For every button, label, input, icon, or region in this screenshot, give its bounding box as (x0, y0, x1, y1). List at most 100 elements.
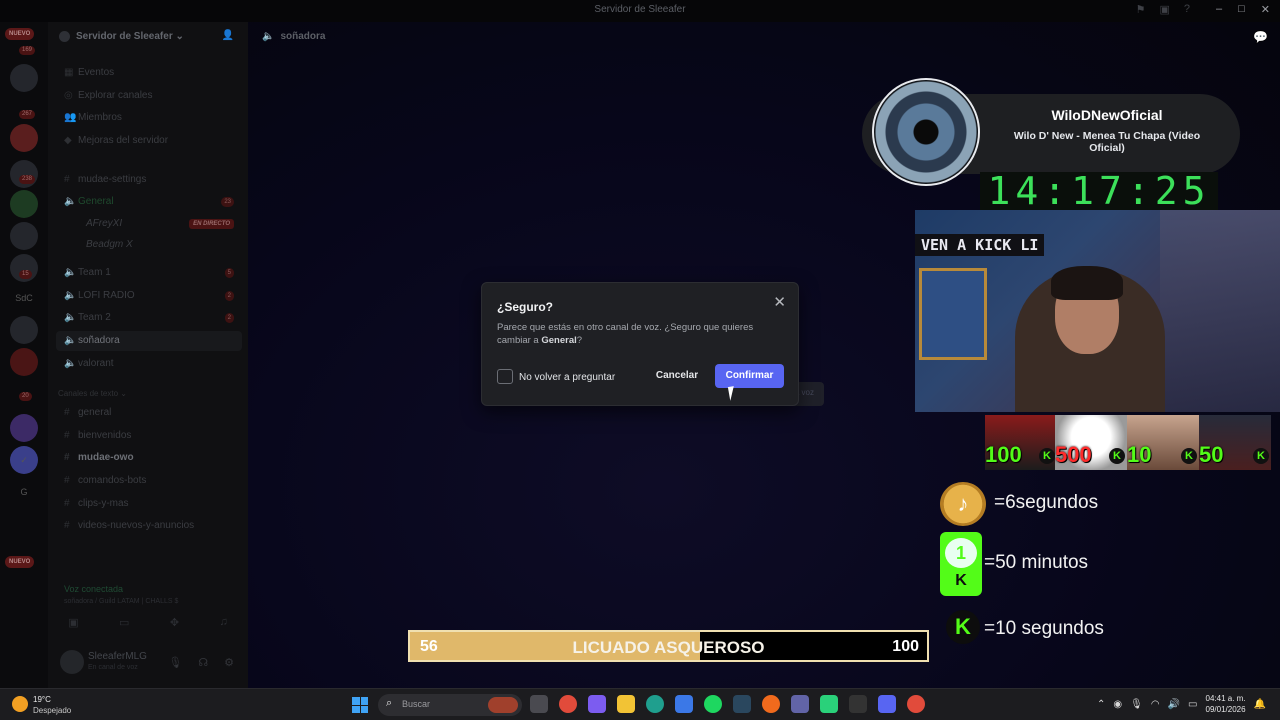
inbox-icon[interactable]: ▣ (1159, 3, 1169, 16)
menu-boosts[interactable]: ◆ Mejoras del servidor (56, 131, 242, 151)
chrome-icon[interactable] (907, 695, 925, 713)
channel-videos-nuevos[interactable]: # videos-nuevos-y-anuncios (56, 516, 242, 536)
mic-icon[interactable]: 🎙 (1130, 699, 1143, 710)
neon-sign: VEN A KICK LI (915, 234, 1045, 256)
menu-events[interactable]: ▦ Eventos (56, 63, 242, 83)
member-count: 5 (224, 268, 234, 278)
avatar[interactable] (60, 650, 84, 674)
volume-icon[interactable]: 🔊 (1168, 699, 1180, 710)
steam-icon[interactable] (733, 695, 751, 713)
menu-explore[interactable]: ◎ Explorar canales (56, 86, 242, 106)
server-header[interactable]: Servidor de Sleeafer ⌄ 👤 (48, 22, 248, 54)
activities-icon[interactable]: ✥ (170, 616, 179, 629)
channel-team-1[interactable]: 🔈 Team 1 5 (56, 263, 242, 283)
voice-member-name: AFreyXI (86, 218, 123, 229)
chevron-up-icon[interactable]: ⌃ (1097, 699, 1105, 710)
dont-ask-checkbox[interactable] (497, 369, 513, 384)
channel-general-text[interactable]: # general (56, 403, 242, 423)
channel-label: clips-y-mas (78, 498, 129, 509)
channel-bienvenidos[interactable]: # bienvenidos (56, 426, 242, 446)
teams-icon[interactable] (791, 695, 809, 713)
voice-member[interactable]: Beadgm X (56, 235, 242, 255)
member-count: 23 (221, 197, 234, 207)
voice-member[interactable]: AFreyXI EN DIRECTO (56, 214, 242, 234)
tf-app-icon[interactable] (849, 695, 867, 713)
legend-label: =6segundos (994, 492, 1099, 513)
channel-sonadora[interactable]: 🔈 soñadora (56, 331, 242, 351)
server-avatar (59, 31, 70, 42)
notification-icon[interactable]: 🔔 (1254, 699, 1266, 710)
mail-icon[interactable] (675, 695, 693, 713)
confirm-button[interactable]: Confirmar (715, 364, 784, 388)
chat-icon[interactable]: 💬 (1253, 30, 1268, 44)
server-icon[interactable] (10, 222, 38, 250)
hash-icon: # (64, 407, 70, 418)
server-sdc[interactable]: SdC (10, 284, 38, 312)
menu-members[interactable]: 👥 Miembros (56, 108, 242, 128)
task-view-icon[interactable] (530, 695, 548, 713)
edge-icon[interactable] (646, 695, 664, 713)
channel-mudae-settings[interactable]: # mudae-settings (56, 170, 242, 190)
flag-icon[interactable]: ⚑ (1136, 3, 1146, 16)
headphones-icon[interactable]: ☊ (198, 656, 208, 669)
screen-share-icon[interactable]: ▭ (119, 616, 129, 629)
clock-time: 04:41 a. m. (1205, 694, 1246, 703)
camera-icon[interactable]: ▣ (68, 616, 78, 629)
server-icon[interactable] (10, 124, 38, 152)
voice-connected-label: Voz conectada (64, 584, 124, 594)
channel-label: mudae-settings (78, 174, 147, 185)
firefox-icon[interactable] (762, 695, 780, 713)
dialog-body: Parece que estás en otro canal de voz. ¿… (497, 321, 777, 347)
chrome-icon[interactable] (559, 695, 577, 713)
file-explorer-icon[interactable] (617, 695, 635, 713)
check-server-icon[interactable]: ✓ (10, 446, 38, 474)
channel-mudae-owo[interactable]: # mudae-owo (56, 448, 242, 468)
mic-icon[interactable]: 🎙 (168, 656, 182, 669)
category-text-channels[interactable]: Canales de texto ⌄ (58, 389, 127, 398)
soundboard-icon[interactable]: ♫ (220, 616, 228, 629)
server-icon[interactable] (10, 316, 38, 344)
channel-team-2[interactable]: 🔈 Team 2 2 (56, 308, 242, 328)
album-art (872, 78, 980, 186)
server-icon[interactable] (10, 190, 38, 218)
copilot-icon[interactable] (588, 695, 606, 713)
server-icon[interactable] (10, 348, 38, 376)
minimize-button[interactable]: – (1216, 3, 1222, 16)
taskbar-search[interactable]: ⌕ Buscar (378, 694, 522, 716)
channel-lofi-radio[interactable]: 🔈 LOFI RADIO 2 (56, 286, 242, 306)
hash-icon: # (64, 430, 70, 441)
battery-icon[interactable]: ▭ (1188, 699, 1197, 710)
maximize-button[interactable]: □ (1238, 3, 1245, 16)
channel-label: mudae-owo (78, 452, 134, 463)
gear-icon[interactable]: ⚙ (224, 656, 234, 669)
discord-icon[interactable] (878, 695, 896, 713)
channel-valorant[interactable]: 🔈 valorant (56, 354, 242, 374)
channel-label: Team 2 (78, 312, 111, 323)
menu-label: Explorar canales (78, 90, 153, 101)
channel-comandos-bots[interactable]: # comandos-bots (56, 471, 242, 491)
close-icon[interactable]: ✕ (773, 293, 786, 311)
category-label: Canales de texto (58, 389, 119, 398)
dont-ask-label[interactable]: No volver a preguntar (519, 372, 615, 383)
hash-icon: # (64, 174, 70, 185)
channel-general-voice[interactable]: 🔈 General 23 (56, 192, 242, 212)
dialog-body-suffix: ? (576, 335, 583, 346)
spotify-icon[interactable] (704, 695, 722, 713)
sub-tier-glyph: 1 (945, 538, 977, 568)
tray-app-icon[interactable]: ◉ (1113, 699, 1122, 710)
close-window-button[interactable]: ✕ (1261, 3, 1270, 16)
invite-icon[interactable]: 👤 (222, 30, 234, 41)
wifi-icon[interactable]: ◠ (1151, 699, 1160, 710)
server-g[interactable]: G (10, 478, 38, 506)
clock[interactable]: 04:41 a. m. 09/01/2026 (1206, 693, 1246, 715)
menu-label: Miembros (78, 112, 122, 123)
app-icon[interactable] (820, 695, 838, 713)
server-icon[interactable] (10, 64, 38, 92)
voice-member-name: Beadgm X (86, 239, 133, 250)
help-icon[interactable]: ? (1184, 3, 1190, 16)
windows-start-icon[interactable] (352, 697, 368, 713)
cancel-button[interactable]: Cancelar (647, 364, 707, 388)
search-icon: ⌕ (386, 697, 393, 709)
channel-clips-y-mas[interactable]: # clips-y-mas (56, 494, 242, 514)
twitch-server-icon[interactable] (10, 414, 38, 442)
